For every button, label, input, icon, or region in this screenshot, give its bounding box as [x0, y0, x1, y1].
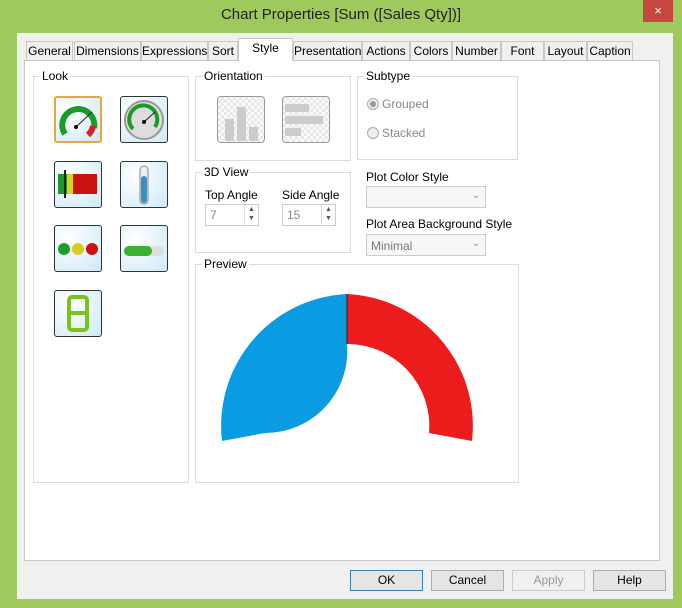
grouped-label: Grouped	[382, 97, 429, 111]
plot-color-style-label: Plot Color Style	[366, 170, 449, 184]
look-linear-gauge[interactable]	[54, 161, 102, 208]
subtype-grouped-radio[interactable]: Grouped	[367, 97, 429, 111]
gauge-right-segment	[347, 294, 473, 441]
progress-bar-icon	[124, 246, 164, 256]
3d-view-label: 3D View	[204, 165, 249, 179]
tab-actions[interactable]: Actions	[362, 41, 410, 61]
plot-area-bg-dropdown[interactable]: Minimal ⌄	[366, 234, 486, 256]
cancel-button[interactable]: Cancel	[431, 570, 504, 591]
side-angle-label: Side Angle	[282, 188, 340, 202]
gauge-silver-icon	[124, 100, 164, 140]
subtype-label: Subtype	[366, 69, 411, 83]
preview-label: Preview	[204, 257, 247, 271]
close-button[interactable]: ×	[643, 0, 673, 22]
help-button[interactable]: Help	[593, 570, 666, 591]
tab-style[interactable]: Style	[238, 38, 293, 61]
top-angle-label: Top Angle	[205, 188, 258, 202]
apply-button[interactable]: Apply	[512, 570, 585, 591]
spinner-arrows-icon[interactable]: ▲ ▼	[321, 205, 335, 225]
look-gauge-circular[interactable]	[54, 96, 102, 143]
tab-dimensions[interactable]: Dimensions	[74, 41, 141, 61]
top-angle-value: 7	[210, 208, 217, 222]
orientation-label: Orientation	[204, 69, 263, 83]
side-angle-spinner[interactable]: 15 ▲ ▼	[282, 204, 336, 226]
tab-caption[interactable]: Caption	[587, 41, 633, 61]
window-title: Chart Properties [Sum ([Sales Qty])]	[220, 6, 462, 23]
look-led-digit[interactable]	[54, 290, 102, 337]
plot-color-style-dropdown[interactable]: ⌄	[366, 186, 486, 208]
tab-sort[interactable]: Sort	[208, 41, 238, 61]
look-progress-bar[interactable]	[120, 225, 168, 272]
look-traffic-light[interactable]	[54, 225, 102, 272]
vertical-bars-icon	[225, 107, 258, 141]
tab-font[interactable]: Font	[501, 41, 544, 61]
subtype-stacked-radio[interactable]: Stacked	[367, 126, 425, 140]
led-digit-icon	[67, 295, 89, 332]
tab-general[interactable]: General	[26, 41, 73, 61]
gauge-left-segment	[221, 294, 348, 441]
subtype-group: Subtype	[357, 69, 518, 160]
tab-expressions[interactable]: Expressions	[141, 41, 208, 61]
tab-colors[interactable]: Colors	[410, 41, 452, 61]
look-label: Look	[42, 69, 69, 83]
orientation-horizontal[interactable]	[282, 96, 330, 143]
linear-gauge-icon	[58, 170, 97, 198]
thermometer-icon	[139, 165, 149, 205]
preview-gauge	[221, 294, 473, 441]
orientation-vertical[interactable]	[217, 96, 265, 143]
look-gauge-circular-silver[interactable]	[120, 96, 168, 143]
gauge-icon	[59, 106, 98, 138]
tab-layout[interactable]: Layout	[544, 41, 587, 61]
ok-button[interactable]: OK	[350, 570, 423, 591]
chevron-down-icon: ⌄	[471, 238, 480, 249]
tab-presentation[interactable]: Presentation	[293, 41, 362, 61]
traffic-light-icon	[58, 243, 98, 255]
plot-area-bg-value: Minimal	[371, 239, 413, 253]
stacked-label: Stacked	[382, 126, 426, 140]
chevron-down-icon: ⌄	[471, 190, 480, 201]
horizontal-bars-icon	[285, 104, 323, 136]
top-angle-spinner[interactable]: 7 ▲ ▼	[205, 204, 259, 226]
tab-number[interactable]: Number	[452, 41, 501, 61]
plot-area-bg-label: Plot Area Background Style	[366, 217, 513, 231]
look-thermometer[interactable]	[120, 161, 168, 208]
side-angle-value: 15	[287, 208, 301, 222]
style-tab-panel: Look Orientation Subtype Grouped Stacked…	[24, 60, 660, 561]
spinner-arrows-icon[interactable]: ▲ ▼	[244, 205, 258, 225]
